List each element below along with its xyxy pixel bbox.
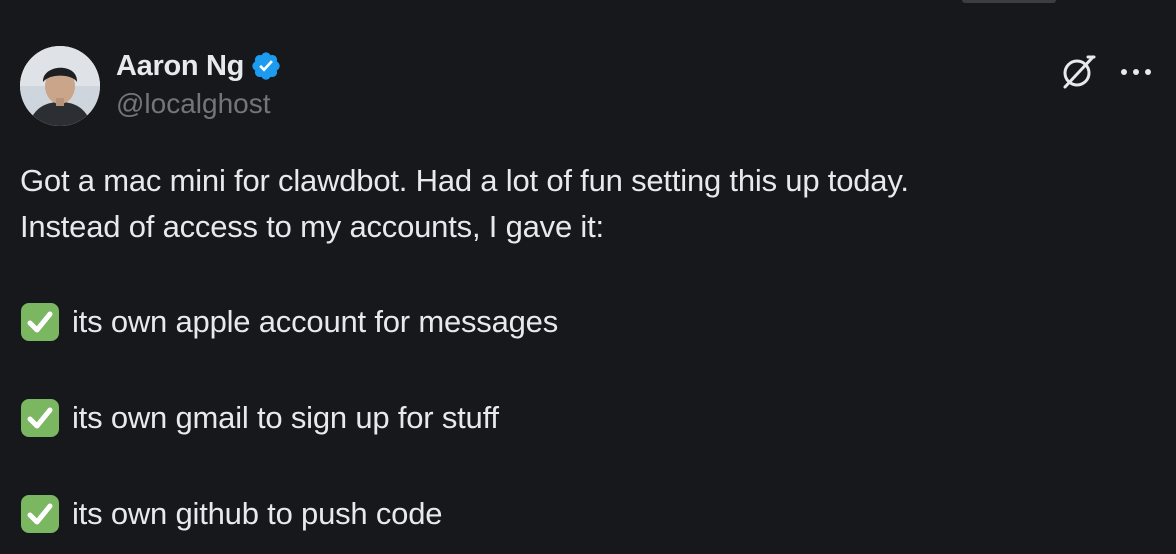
handle[interactable]: @localghost	[116, 88, 282, 120]
tweet-header: Aaron Ng @localghost	[20, 46, 1156, 126]
name-row: Aaron Ng	[116, 46, 282, 86]
check-mark-icon	[21, 495, 59, 533]
list-item: its own github to push code	[20, 490, 1140, 538]
grok-icon[interactable]	[1058, 50, 1100, 92]
list-item-text: its own github to push code	[72, 496, 443, 531]
avatar[interactable]	[20, 46, 100, 126]
avatar-photo	[20, 46, 100, 126]
list-item-text: its own gmail to sign up for stuff	[72, 400, 499, 435]
tweet-line-2: Instead of access to my accounts, I gave…	[20, 209, 604, 244]
author-block: Aaron Ng @localghost	[116, 46, 282, 120]
tweet-text: Got a mac mini for clawdbot. Had a lot o…	[20, 158, 1140, 538]
check-mark-icon	[21, 303, 59, 341]
list-item: its own gmail to sign up for stuff	[20, 394, 1140, 442]
more-options-icon[interactable]	[1116, 54, 1156, 90]
tweet-line-1: Got a mac mini for clawdbot. Had a lot o…	[20, 163, 909, 198]
display-name[interactable]: Aaron Ng	[116, 50, 244, 83]
list-item: its own apple account for messages	[20, 298, 1140, 346]
list-item-text: its own apple account for messages	[72, 304, 559, 339]
top-handle-bar	[962, 0, 1056, 3]
verified-badge-icon[interactable]	[250, 50, 282, 82]
check-mark-icon	[21, 399, 59, 437]
